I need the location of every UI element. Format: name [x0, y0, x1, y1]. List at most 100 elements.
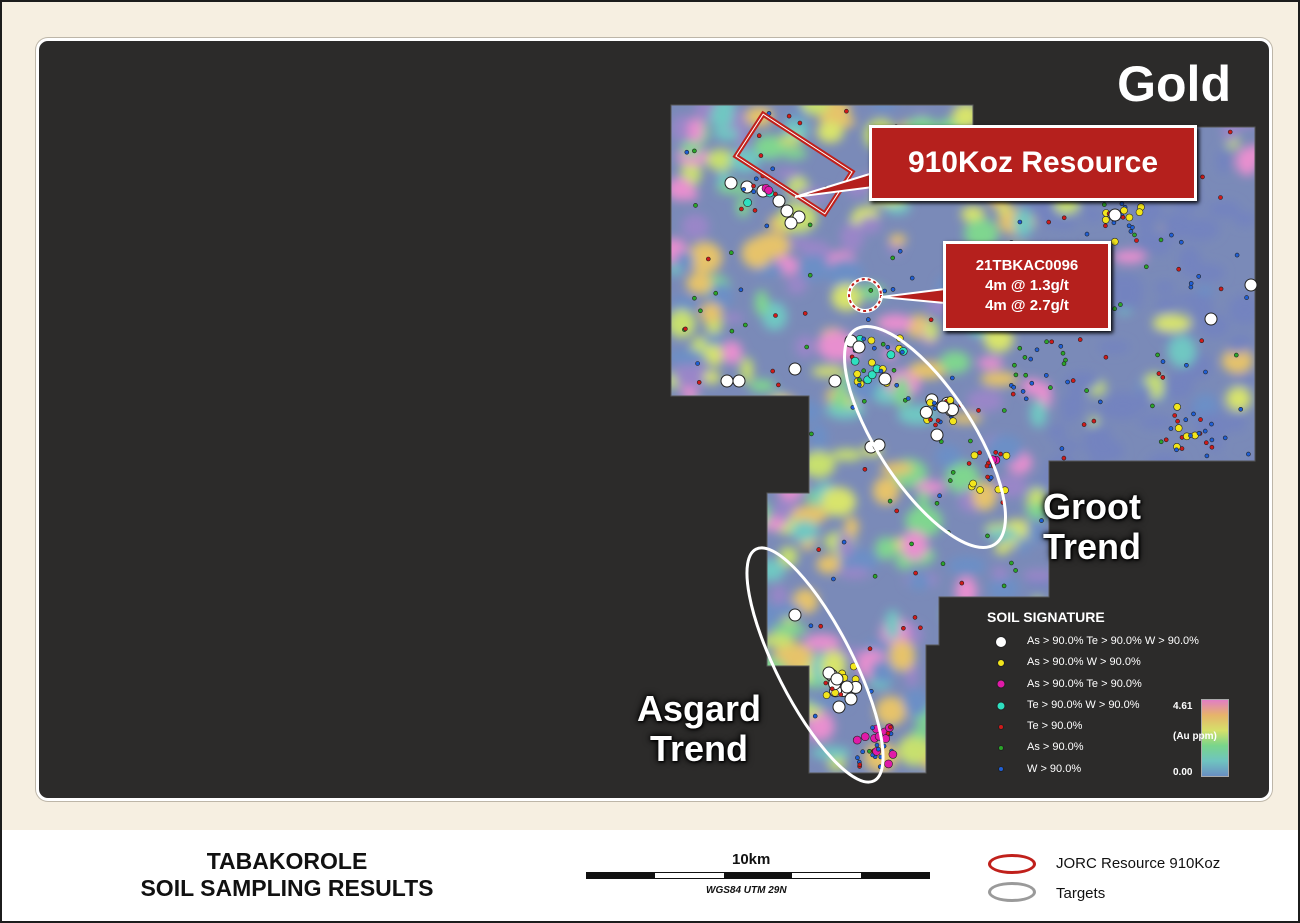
figure-frame: Gold 910Koz Resource 21TBKAC0096 4m @ 1.…: [0, 0, 1300, 923]
raster-texture-blob: [1187, 510, 1207, 534]
raster-texture-blob: [710, 487, 730, 501]
raster-texture-blob: [767, 395, 797, 414]
raster-texture-blob: [947, 707, 964, 725]
raster-texture-blob: [893, 376, 911, 408]
raster-texture-blob: [1022, 569, 1055, 582]
raster-texture-blob: [1168, 556, 1195, 576]
soil-sample-point: [950, 470, 956, 475]
soil-sample-point: [786, 113, 792, 119]
soil-sample-point: [1125, 213, 1134, 222]
soil-sample-point: [1103, 354, 1109, 360]
raster-texture-blob: [943, 679, 976, 692]
soil-sample-point: [876, 746, 881, 752]
raster-texture-blob: [816, 555, 841, 574]
raster-texture-blob: [1154, 281, 1176, 294]
soil-sample-point: [756, 133, 762, 138]
soil-sample-point: [705, 256, 711, 262]
soil-sample-point: [1174, 447, 1179, 453]
soil-sample-point: [1169, 232, 1174, 238]
soil-sample-point: [1222, 435, 1228, 441]
raster-texture-blob: [711, 519, 735, 540]
legend-label: As > 90.0% W > 90.0%: [1027, 656, 1141, 669]
raster-texture-blob: [1077, 105, 1096, 118]
soil-sample-point: [940, 561, 946, 567]
soil-sample-point: [1234, 352, 1239, 358]
raster-texture-blob: [987, 105, 1014, 114]
soil-sample-point: [905, 396, 911, 401]
soil-sample-point: [1118, 302, 1123, 307]
soil-sample-point: [897, 248, 903, 254]
soil-sample-point: [1246, 451, 1251, 457]
scale-bar: [586, 872, 930, 879]
soil-sample-point: [807, 222, 813, 228]
raster-texture-blob: [777, 474, 805, 500]
raster-texture-blob: [816, 121, 844, 143]
soil-sample-point: [861, 368, 867, 374]
raster-texture-blob: [1240, 471, 1255, 486]
soil-sample-point: [1234, 252, 1240, 258]
raster-texture-blob: [1068, 405, 1083, 416]
soil-sample-point: [797, 120, 803, 126]
soil-sample-point: [1134, 238, 1139, 243]
raster-texture-blob: [1149, 478, 1189, 502]
raster-texture-blob: [1212, 586, 1241, 610]
raster-texture-blob: [945, 671, 981, 700]
soil-sample-point: [751, 183, 756, 189]
soil-sample-point: [909, 275, 915, 281]
legend-title: SOIL SIGNATURE: [987, 609, 1105, 625]
raster-texture-blob: [675, 251, 695, 270]
soil-sample-point: [931, 400, 937, 406]
soil-sample-point: [822, 691, 831, 700]
soil-sample-point: [1061, 455, 1067, 461]
raster-texture-blob: [809, 423, 828, 450]
soil-sample-point: [977, 450, 982, 456]
soil-sample-point: [1198, 417, 1203, 422]
soil-sample-point: [776, 382, 781, 388]
soil-sample-point: [693, 203, 698, 208]
soil-sample-point: [1084, 231, 1090, 237]
raster-texture-blob: [1162, 494, 1192, 517]
soil-sample-point: [1184, 362, 1189, 368]
soil-sample-point: [959, 580, 965, 586]
soil-sample-point: [1058, 343, 1064, 349]
raster-texture-blob: [722, 340, 743, 365]
legend-label: Te > 90.0%: [1027, 720, 1083, 733]
soil-sample-point: [1150, 403, 1155, 409]
soil-sample-point: [947, 478, 953, 483]
soil-sample-point: [772, 194, 786, 208]
soil-sample-point: [932, 406, 938, 411]
soil-sample-point: [1022, 355, 1028, 360]
legend-label: Te > 90.0% W > 90.0%: [1027, 698, 1140, 711]
soil-sample-point: [880, 341, 886, 347]
raster-texture-blob: [741, 238, 773, 269]
raster-texture-blob: [1163, 591, 1178, 604]
soil-sample-point: [1179, 446, 1185, 451]
map-title: Gold: [1117, 56, 1231, 112]
raster-texture-blob: [1112, 250, 1147, 264]
raster-texture-blob: [761, 633, 795, 648]
soil-sample-point: [886, 350, 896, 360]
raster-texture-blob: [1152, 314, 1192, 332]
targets-key-icon: [988, 882, 1036, 902]
raster-texture-blob: [1179, 590, 1215, 608]
soil-sample-point: [934, 500, 940, 506]
soil-sample-point: [930, 428, 944, 442]
soil-sample-point: [802, 311, 808, 316]
raster-texture-blob: [1133, 568, 1170, 581]
soil-sample-point: [692, 148, 697, 154]
legend-item: As > 90.0% Te > 90.0% W > 90.0%: [987, 631, 1257, 652]
raster-texture-blob: [782, 400, 823, 424]
soil-sample-point: [1196, 274, 1201, 279]
soil-sample-point: [1102, 216, 1110, 224]
drillhole-id: 21TBKAC0096: [975, 257, 1079, 274]
raster-texture-blob: [673, 654, 707, 685]
raster-texture-blob: [992, 566, 1009, 581]
drillhole-intercept-2: 4m @ 2.7g/t: [985, 297, 1069, 314]
raster-texture-blob: [1064, 372, 1101, 391]
soil-sample-point: [928, 417, 933, 423]
soil-sample-point: [1144, 264, 1149, 270]
raster-texture-blob: [827, 258, 864, 288]
raster-texture-blob: [771, 584, 787, 606]
raster-texture-blob: [977, 356, 1004, 370]
raster-texture-blob: [803, 634, 841, 651]
